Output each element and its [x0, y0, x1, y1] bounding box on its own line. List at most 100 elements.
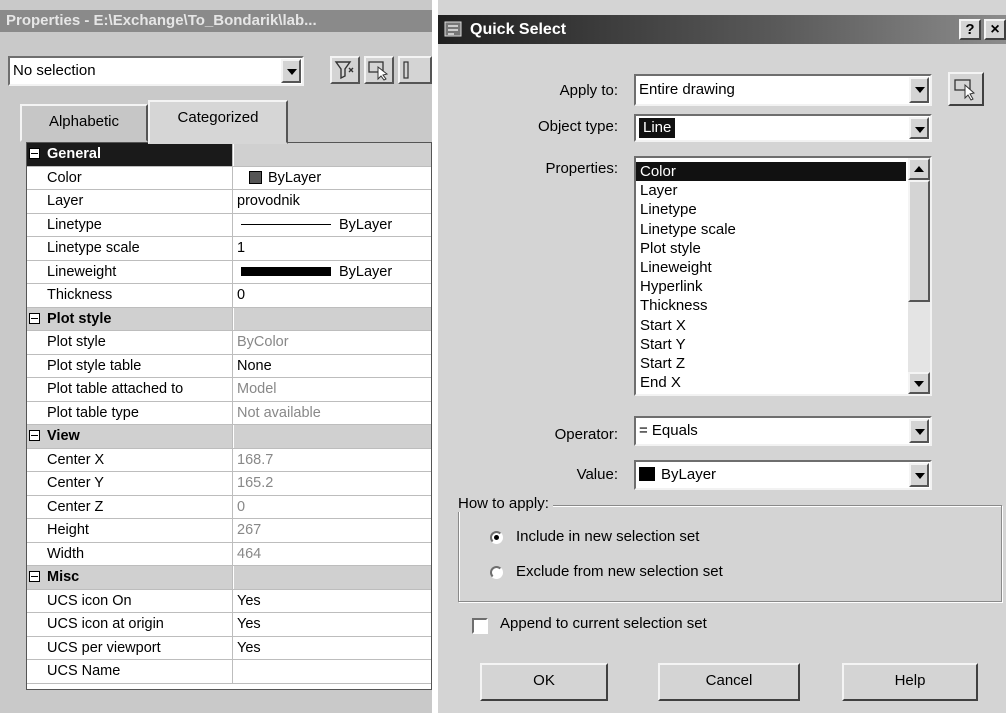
property-value[interactable]: Yes	[234, 613, 431, 636]
property-row[interactable]: Linetype ByLayer	[27, 213, 431, 237]
chevron-down-icon[interactable]	[909, 419, 929, 443]
property-list-item[interactable]: Plot style	[636, 239, 906, 258]
cancel-button[interactable]: Cancel	[658, 663, 800, 701]
value-text: 267	[237, 522, 262, 538]
select-objects-button[interactable]	[364, 56, 394, 84]
property-value[interactable]: 168.7	[234, 449, 431, 472]
property-row[interactable]: Linetype scale 1	[27, 237, 431, 261]
chevron-down-icon[interactable]	[281, 59, 301, 83]
close-button[interactable]: ×	[984, 19, 1006, 40]
quick-select-button[interactable]	[398, 56, 432, 84]
property-value[interactable]: Yes	[234, 590, 431, 613]
property-list-item[interactable]: Start Z	[636, 354, 906, 373]
include-radio[interactable]	[490, 531, 503, 544]
property-list-item[interactable]: Thickness	[636, 296, 906, 315]
tab-alphabetic[interactable]: Alphabetic	[20, 104, 148, 142]
property-list-item[interactable]: Linetype scale	[636, 220, 906, 239]
property-list-item[interactable]: Linetype	[636, 200, 906, 219]
ok-button[interactable]: OK	[480, 663, 608, 701]
property-name: Center Z	[27, 495, 233, 518]
value-select[interactable]: ByLayer	[634, 460, 932, 490]
property-row[interactable]: Plot table type Not available	[27, 401, 431, 425]
append-checkbox[interactable]	[472, 618, 488, 634]
apply-to-select[interactable]: Entire drawing	[634, 74, 932, 106]
exclude-label[interactable]: Exclude from new selection set	[516, 563, 723, 580]
tab-categorized[interactable]: Categorized	[148, 100, 288, 144]
property-list-item[interactable]: Start X	[636, 316, 906, 335]
properties-scrollbar[interactable]	[908, 158, 930, 394]
property-value[interactable]: 267	[234, 519, 431, 542]
chevron-down-icon[interactable]	[909, 117, 929, 139]
property-list-item[interactable]: Start Y	[636, 335, 906, 354]
include-label[interactable]: Include in new selection set	[516, 528, 699, 545]
value-text: provodnik	[237, 193, 300, 209]
property-row[interactable]: Color ByLayer	[27, 166, 431, 190]
property-value[interactable]: Yes	[234, 637, 431, 660]
property-row[interactable]: Center Z 0	[27, 495, 431, 519]
property-list-item[interactable]: Lineweight	[636, 258, 906, 277]
property-category[interactable]: Misc	[27, 566, 431, 590]
properties-title[interactable]: Properties - E:\Exchange\To_Bondarik\lab…	[0, 10, 432, 32]
properties-listbox[interactable]: Color Layer Linetype Linetype scale Plot sty…	[634, 156, 932, 396]
property-row[interactable]: Height 267	[27, 519, 431, 543]
exclude-radio[interactable]	[490, 566, 503, 579]
property-value[interactable]: Not available	[234, 402, 431, 425]
operator-select[interactable]: = Equals	[634, 416, 932, 446]
help-title-button[interactable]: ?	[959, 19, 981, 40]
apply-to-label: Apply to:	[559, 82, 618, 99]
property-value[interactable]: 464	[234, 543, 431, 566]
property-value[interactable]: provodnik	[234, 190, 431, 213]
property-name: UCS icon On	[27, 589, 233, 612]
property-row[interactable]: Plot style ByColor	[27, 331, 431, 355]
property-row[interactable]: Plot style table None	[27, 354, 431, 378]
property-value[interactable]: Model	[234, 378, 431, 401]
selection-combo[interactable]: No selection	[8, 56, 304, 86]
property-row[interactable]: Center Y 165.2	[27, 472, 431, 496]
scroll-thumb[interactable]	[908, 180, 930, 302]
property-value[interactable]: 165.2	[234, 472, 431, 495]
property-value[interactable]: ByColor	[234, 331, 431, 354]
dialog-titlebar[interactable]: Quick Select ? ×	[438, 15, 1006, 44]
collapse-toggle-icon[interactable]	[29, 148, 40, 159]
property-category[interactable]: General	[27, 143, 431, 167]
property-value[interactable]: 0	[234, 284, 431, 307]
property-value[interactable]: None	[234, 355, 431, 378]
property-value[interactable]: ByLayer	[234, 167, 431, 190]
property-value[interactable]: 0	[234, 496, 431, 519]
property-category[interactable]: View	[27, 425, 431, 449]
property-value[interactable]: ByLayer	[234, 261, 431, 284]
property-row[interactable]: Layer provodnik	[27, 190, 431, 214]
collapse-toggle-icon[interactable]	[29, 312, 40, 324]
property-row[interactable]: UCS per viewport Yes	[27, 636, 431, 660]
property-list-item[interactable]: Hyperlink	[636, 277, 906, 296]
property-list-item[interactable]: Color	[636, 162, 906, 182]
append-label[interactable]: Append to current selection set	[500, 615, 707, 632]
property-row[interactable]: Plot table attached to Model	[27, 378, 431, 402]
property-row[interactable]: Lineweight ByLayer	[27, 260, 431, 284]
chevron-down-icon	[914, 381, 924, 387]
collapse-toggle-icon[interactable]	[29, 430, 40, 441]
value-text: Yes	[237, 639, 261, 656]
scroll-down-button[interactable]	[908, 372, 930, 394]
property-row[interactable]: UCS icon On Yes	[27, 589, 431, 613]
property-list-item[interactable]: Layer	[636, 181, 906, 200]
property-row[interactable]: Thickness 0	[27, 284, 431, 308]
chevron-down-icon[interactable]	[909, 463, 929, 487]
select-objects-button[interactable]	[948, 72, 984, 106]
operator-value: = Equals	[639, 422, 698, 439]
property-value[interactable]	[234, 660, 431, 683]
scroll-up-button[interactable]	[908, 158, 930, 180]
property-value[interactable]: 1	[234, 237, 431, 260]
object-type-select[interactable]: Line	[634, 114, 932, 142]
property-row[interactable]: UCS icon at origin Yes	[27, 613, 431, 637]
chevron-down-icon[interactable]	[909, 77, 929, 103]
property-list-item[interactable]: End X	[636, 373, 906, 392]
help-button[interactable]: Help	[842, 663, 978, 701]
property-category[interactable]: Plot style	[27, 307, 431, 331]
collapse-toggle-icon[interactable]	[29, 571, 40, 582]
property-row[interactable]: UCS Name	[27, 660, 431, 684]
toggle-pickadd-button[interactable]	[330, 56, 360, 84]
property-value[interactable]: ByLayer	[234, 214, 431, 237]
property-row[interactable]: Center X 168.7	[27, 448, 431, 472]
property-row[interactable]: Width 464	[27, 542, 431, 566]
